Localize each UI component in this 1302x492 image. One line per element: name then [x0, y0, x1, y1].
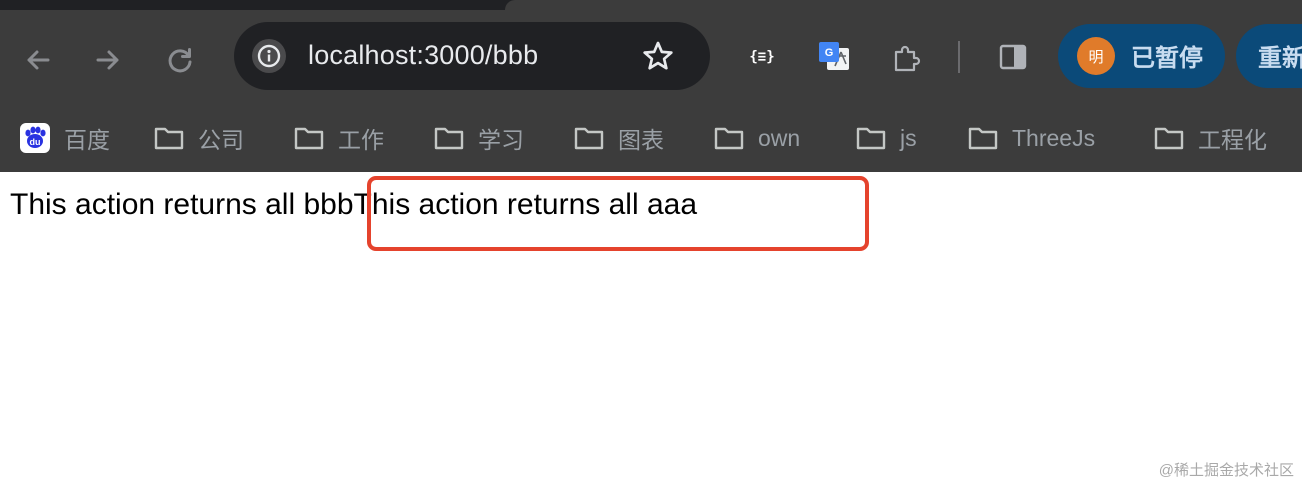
bookmark-baidu[interactable]: du 百度	[18, 118, 110, 158]
relaunch-label: 重新	[1258, 45, 1302, 72]
side-panel-icon	[999, 44, 1027, 70]
page-text-aaa: This action returns all aaa	[353, 188, 698, 221]
folder-icon	[854, 121, 888, 155]
profile-button[interactable]: 明 已暂停	[1058, 24, 1225, 88]
bookmark-label: 百度	[64, 127, 110, 153]
bookmark-label: js	[900, 124, 917, 151]
bookmark-label: 公司	[198, 127, 244, 153]
bookmark-folder-engineering[interactable]: 工程化	[1152, 118, 1267, 158]
puzzle-icon	[894, 45, 921, 72]
url-text[interactable]: localhost:3000/bbb	[308, 40, 538, 71]
svg-text:G: G	[825, 47, 834, 59]
forward-button[interactable]	[86, 38, 130, 82]
folder-icon	[152, 121, 186, 155]
bookmarks-bar: du 百度 公司 工作 学习 图表 own js ThreeJs 工程化	[0, 104, 1302, 172]
star-icon[interactable]	[640, 38, 676, 74]
avatar: 明	[1077, 37, 1115, 75]
bookmark-label: 学习	[478, 127, 524, 153]
bookmark-folder-js[interactable]: js	[854, 118, 917, 158]
baidu-icon: du	[18, 121, 52, 155]
folder-icon	[1152, 121, 1186, 155]
folder-icon	[966, 121, 1000, 155]
bookmark-label: 工程化	[1198, 127, 1267, 153]
extensions-button[interactable]	[884, 35, 930, 79]
folder-icon	[292, 121, 326, 155]
arrow-right-icon	[96, 50, 119, 70]
page-text: This action returns all bbbThis action r…	[10, 188, 697, 222]
info-icon[interactable]	[252, 39, 286, 73]
folder-icon	[712, 121, 746, 155]
browser-toolbar: localhost:3000/bbb {≡} G 明 已暂停 重新	[0, 10, 1302, 104]
side-panel-button[interactable]	[990, 35, 1036, 79]
baidu-logo-text: du	[30, 137, 41, 147]
bookmark-label: ThreeJs	[1012, 124, 1096, 151]
bookmark-label: 工作	[338, 127, 384, 153]
reload-icon	[168, 48, 192, 73]
bookmark-folder-work[interactable]: 工作	[292, 118, 384, 158]
bookmark-folder-threejs[interactable]: ThreeJs	[966, 118, 1095, 158]
bookmark-folder-charts[interactable]: 图表	[572, 118, 664, 158]
bookmark-folder-own[interactable]: own	[712, 118, 800, 158]
back-button[interactable]	[16, 38, 60, 82]
json-viewer-icon: {≡}	[749, 49, 775, 65]
address-bar[interactable]: localhost:3000/bbb	[234, 22, 710, 90]
page-text-bbb: This action returns all bbb	[10, 188, 354, 221]
google-translate-extension-button[interactable]: G	[812, 35, 856, 79]
bookmark-label: 图表	[618, 127, 664, 153]
folder-icon	[572, 121, 606, 155]
page-content: This action returns all bbbThis action r…	[0, 172, 1302, 492]
active-tab[interactable]	[505, 0, 1302, 10]
profile-status-label: 已暂停	[1131, 45, 1203, 72]
json-viewer-extension-button[interactable]: {≡}	[740, 35, 784, 79]
watermark: @稀土掘金技术社区	[1158, 462, 1294, 479]
folder-icon	[432, 121, 466, 155]
toolbar-divider	[958, 41, 960, 73]
bookmark-label: own	[758, 124, 801, 151]
reload-button[interactable]	[158, 38, 202, 82]
relaunch-button[interactable]: 重新	[1236, 24, 1302, 88]
bookmark-folder-company[interactable]: 公司	[152, 118, 244, 158]
arrow-left-icon	[27, 50, 50, 70]
tab-strip	[0, 0, 1302, 10]
bookmark-folder-study[interactable]: 学习	[432, 118, 524, 158]
google-translate-icon: G	[819, 42, 849, 70]
